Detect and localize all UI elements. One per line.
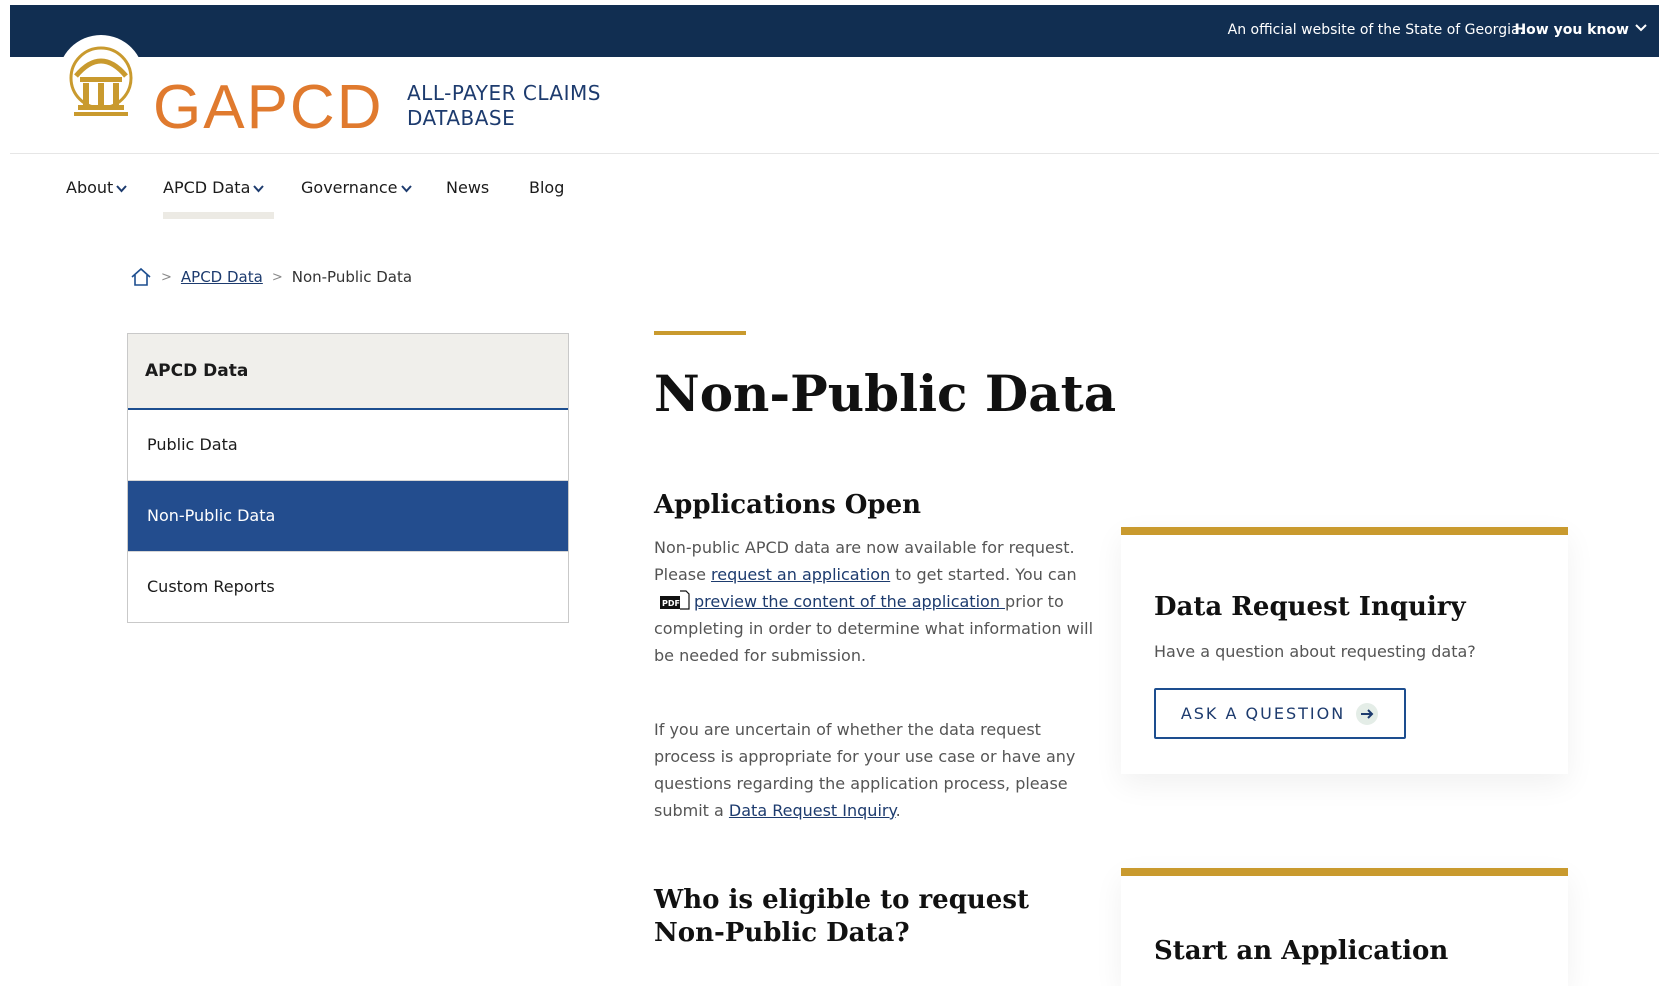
- request-application-link[interactable]: request an application: [711, 565, 890, 584]
- p1-text-b: to get started. You can: [890, 565, 1077, 584]
- svg-text:PDF: PDF: [662, 599, 680, 608]
- nav-item-apcd-data[interactable]: APCD Data: [163, 178, 265, 197]
- chevron-down-icon: [253, 184, 265, 192]
- sidebar-item-non-public-data[interactable]: Non-Public Data: [128, 481, 568, 552]
- inquiry-card: Data Request Inquiry Have a question abo…: [1121, 527, 1568, 774]
- nav-item-blog[interactable]: Blog: [529, 178, 564, 197]
- ask-question-label: ASK A QUESTION: [1180, 704, 1346, 723]
- database-title-line1: ALL-PAYER CLAIMS: [407, 81, 601, 105]
- official-text: An official website of the State of Geor…: [1227, 22, 1524, 38]
- pdf-file-icon: PDF: [660, 590, 690, 610]
- home-icon[interactable]: [130, 266, 152, 288]
- nav-apcd-data-label: APCD Data: [163, 178, 251, 197]
- sidebar-nav: APCD Data Public Data Non-Public Data Cu…: [127, 333, 569, 623]
- chevron-down-icon: [116, 184, 128, 192]
- nav-item-governance[interactable]: Governance: [301, 178, 412, 197]
- seal-arch-icon: [69, 46, 133, 116]
- sidebar-item-custom-reports[interactable]: Custom Reports: [128, 552, 568, 622]
- inquiry-card-description: Have a question about requesting data?: [1154, 642, 1476, 661]
- inquiry-paragraph: If you are uncertain of whether the data…: [654, 716, 1094, 824]
- sidebar-item-public-data[interactable]: Public Data: [128, 410, 568, 481]
- nav-active-indicator: [163, 212, 274, 219]
- ask-question-button[interactable]: ASK A QUESTION: [1154, 688, 1406, 739]
- nav-about-label: About: [66, 178, 114, 197]
- database-title: ALL-PAYER CLAIMS DATABASE: [407, 81, 601, 131]
- breadcrumb-current: Non-Public Data: [291, 268, 413, 286]
- official-banner: An official website of the State of Geor…: [10, 5, 1659, 57]
- gapcd-wordmark[interactable]: GAPCD: [153, 70, 393, 140]
- chevron-down-icon[interactable]: [1633, 20, 1649, 36]
- applications-heading: Applications Open: [654, 490, 922, 520]
- title-accent-rule: [654, 331, 746, 335]
- how-you-know-button[interactable]: How you know: [1514, 22, 1629, 38]
- database-title-line2: DATABASE: [407, 106, 516, 130]
- chevron-down-icon: [400, 184, 412, 192]
- preview-application-link[interactable]: preview the content of the application: [694, 592, 1005, 611]
- application-card-title: Start an Application: [1154, 936, 1449, 966]
- logo-text: GAPCD: [153, 73, 383, 140]
- nav-governance-label: Governance: [301, 178, 398, 197]
- applications-paragraph: Non-public APCD data are now available f…: [654, 534, 1094, 669]
- sidebar-title: APCD Data: [128, 334, 568, 410]
- arrow-right-circle-icon: [1356, 702, 1379, 725]
- eligibility-heading: Who is eligible to request Non-Public Da…: [654, 885, 1029, 948]
- header-divider: [10, 153, 1659, 154]
- nav-item-about[interactable]: About: [66, 178, 128, 197]
- data-request-inquiry-link[interactable]: Data Request Inquiry: [729, 801, 896, 820]
- p2-text-b: .: [895, 801, 901, 820]
- inquiry-card-title: Data Request Inquiry: [1154, 592, 1466, 622]
- breadcrumb: > APCD Data > Non-Public Data: [130, 266, 412, 288]
- state-seal-logo[interactable]: [58, 35, 144, 129]
- page-title: Non-Public Data: [654, 364, 1117, 423]
- nav-item-news[interactable]: News: [446, 178, 489, 197]
- application-card: Start an Application: [1121, 868, 1568, 986]
- breadcrumb-link-apcd-data[interactable]: APCD Data: [181, 268, 263, 286]
- breadcrumb-separator: >: [271, 269, 283, 285]
- breadcrumb-separator: >: [161, 269, 172, 285]
